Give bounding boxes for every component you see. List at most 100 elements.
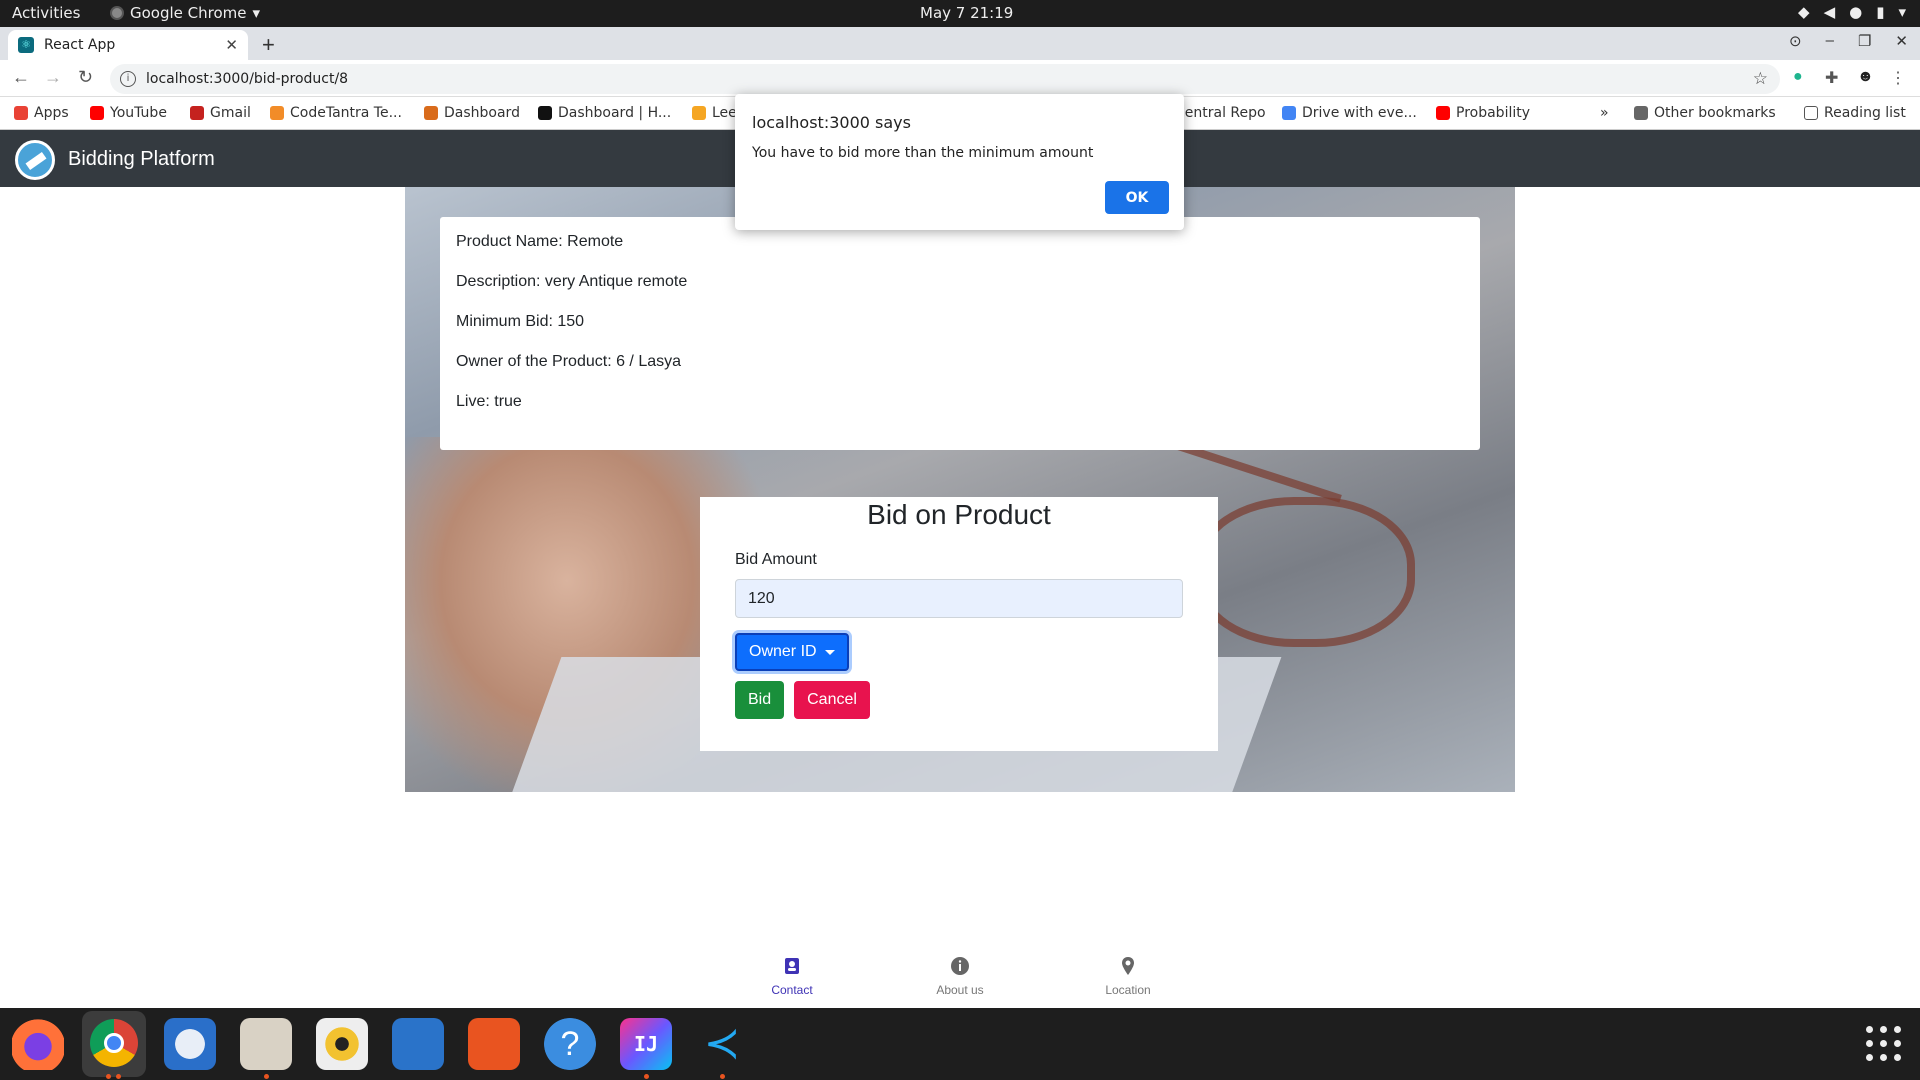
extensions-puzzle-icon[interactable]: ✚	[1825, 68, 1838, 88]
alert-title: localhost:3000 says	[752, 113, 911, 132]
libreoffice-writer-icon[interactable]	[392, 1018, 444, 1070]
bid-button[interactable]: Bid	[735, 681, 785, 719]
rhythmbox-icon[interactable]	[316, 1018, 368, 1070]
bid-amount-label: Bid Amount	[735, 551, 817, 568]
activities-button[interactable]: Activities	[12, 4, 80, 22]
chrome-dock-slot[interactable]	[82, 1011, 146, 1077]
intellij-idea-icon[interactable]: IJ	[620, 1018, 672, 1070]
power-menu-chevron-icon: ▾	[1898, 3, 1906, 21]
reload-icon[interactable]: ↻	[78, 67, 93, 88]
reading-list-button[interactable]: Reading list	[1804, 105, 1906, 121]
volume-icon: ◀	[1823, 3, 1836, 21]
owner-id-dropdown[interactable]: Owner ID	[735, 633, 849, 671]
alert-message: You have to bid more than the minimum am…	[752, 145, 1094, 161]
bid-form-title: Bid on Product	[867, 499, 1051, 530]
running-indicator	[644, 1074, 649, 1079]
bookmark-apps[interactable]: Apps	[14, 105, 69, 121]
battery-icon: ▮	[1876, 3, 1885, 21]
show-applications-icon[interactable]	[1866, 1026, 1902, 1062]
contact-icon	[785, 958, 799, 974]
bottom-nav-contact-label: Contact	[771, 983, 813, 997]
bookmarks-overflow-button[interactable]: »	[1600, 105, 1609, 121]
google-icon	[1282, 106, 1296, 120]
url-text[interactable]: localhost:3000/bid-product/8	[146, 71, 348, 87]
clock[interactable]: May 7 21:19	[920, 4, 1013, 22]
ubuntu-dock: ? IJ ≺	[0, 1008, 1920, 1080]
youtube-icon	[1436, 106, 1450, 120]
app-menu[interactable]: Google Chrome ▾	[110, 4, 260, 22]
folder-icon	[1634, 106, 1648, 120]
product-name: Product Name: Remote	[456, 233, 624, 250]
bottom-nav-about-label: About us	[936, 983, 984, 997]
software-center-icon[interactable]	[468, 1018, 520, 1070]
bookmark-central-repo[interactable]: Central Repo	[1175, 105, 1266, 121]
apps-grid-icon	[14, 106, 28, 120]
glasses-illustration	[1195, 497, 1415, 647]
running-indicator	[720, 1074, 725, 1079]
site-info-icon[interactable]: i	[120, 71, 136, 87]
navigation-bar: ← → ↻ i localhost:3000/bid-product/8 ☆ ●…	[0, 60, 1920, 97]
maximize-icon[interactable]: ❐	[1858, 32, 1871, 50]
youtube-icon	[90, 106, 104, 120]
bottom-nav-location[interactable]: Location	[1068, 956, 1188, 997]
product-minimum-bid: Minimum Bid: 150	[456, 313, 585, 330]
bid-form-card: Bid on Product Bid Amount Owner ID Bid C…	[700, 497, 1218, 751]
bottom-nav-contact[interactable]: Contact	[732, 956, 852, 997]
tab-strip: ⚛ React App ✕ + ⊙ – ❐ ✕	[0, 27, 1920, 60]
bookmark-star-icon[interactable]: ☆	[1753, 69, 1768, 89]
bookmark-drive[interactable]: Drive with eve...	[1282, 105, 1417, 121]
forward-arrow-icon[interactable]: →	[44, 67, 62, 88]
bid-amount-input[interactable]	[735, 579, 1183, 618]
product-owner: Owner of the Product: 6 / Lasya	[456, 353, 682, 370]
address-bar[interactable]: i localhost:3000/bid-product/8 ☆	[110, 64, 1780, 94]
brand-title[interactable]: Bidding Platform	[68, 148, 215, 171]
tab-react-app[interactable]: ⚛ React App ✕	[8, 30, 248, 60]
dashboard-icon	[424, 106, 438, 120]
thunderbird-icon[interactable]	[164, 1018, 216, 1070]
running-indicator	[116, 1074, 121, 1079]
minimize-icon[interactable]: –	[1826, 32, 1834, 50]
grammarly-extension-icon[interactable]: ●	[1793, 68, 1803, 86]
help-icon[interactable]: ?	[544, 1018, 596, 1070]
bottom-nav-about[interactable]: About us	[900, 956, 1020, 997]
gmail-icon	[190, 106, 204, 120]
running-indicator	[106, 1074, 111, 1079]
react-favicon-icon: ⚛	[18, 37, 34, 53]
system-top-bar: Activities Google Chrome ▾ May 7 21:19 ◆…	[0, 0, 1920, 27]
microphone-icon: ●	[1849, 3, 1863, 21]
chrome-small-icon	[110, 6, 124, 20]
back-arrow-icon[interactable]: ←	[12, 67, 30, 88]
new-tab-button[interactable]: +	[262, 32, 275, 58]
chevron-down-icon: ▾	[252, 4, 261, 22]
bookmark-leetcode[interactable]: Lee	[692, 105, 737, 121]
bookmark-probability[interactable]: Probability	[1436, 105, 1530, 121]
other-bookmarks-folder[interactable]: Other bookmarks	[1634, 105, 1776, 121]
caret-down-icon	[824, 649, 835, 655]
form-actions: Bid Cancel	[735, 681, 1183, 719]
bottom-navigation: Contact About us Location	[0, 950, 1920, 1008]
bookmark-gmail[interactable]: Gmail	[190, 105, 251, 121]
alert-ok-button[interactable]: OK	[1105, 181, 1169, 214]
bookmark-codetantra[interactable]: CodeTantra Te...	[270, 105, 402, 121]
chrome-menu-icon[interactable]: ⋮	[1890, 68, 1906, 88]
product-details-card: Product Name: Remote Description: very A…	[440, 217, 1480, 450]
files-icon[interactable]	[240, 1018, 292, 1070]
app-menu-label: Google Chrome	[130, 4, 247, 22]
window-controls: ⊙ – ❐ ✕	[1789, 32, 1908, 50]
vscode-icon[interactable]: ≺	[696, 1018, 748, 1070]
tab-search-icon[interactable]: ⊙	[1789, 32, 1802, 50]
bookmark-dashboard-h[interactable]: Dashboard | H...	[538, 105, 671, 121]
firefox-icon[interactable]	[12, 1018, 64, 1070]
cancel-button[interactable]: Cancel	[794, 681, 870, 719]
bookmark-youtube[interactable]: YouTube	[90, 105, 167, 121]
close-window-icon[interactable]: ✕	[1895, 32, 1908, 50]
profile-avatar-icon[interactable]: ☻	[1857, 68, 1874, 86]
owner-id-label: Owner ID	[749, 643, 817, 660]
system-tray[interactable]: ◆ ◀ ● ▮ ▾	[1798, 3, 1906, 21]
brand-logo-icon[interactable]	[15, 140, 55, 180]
bookmark-dashboard[interactable]: Dashboard	[424, 105, 520, 121]
alert-dialog: localhost:3000 says You have to bid more…	[735, 94, 1184, 230]
wifi-icon: ◆	[1798, 3, 1810, 21]
close-tab-icon[interactable]: ✕	[225, 36, 238, 54]
location-pin-icon	[1122, 957, 1134, 975]
